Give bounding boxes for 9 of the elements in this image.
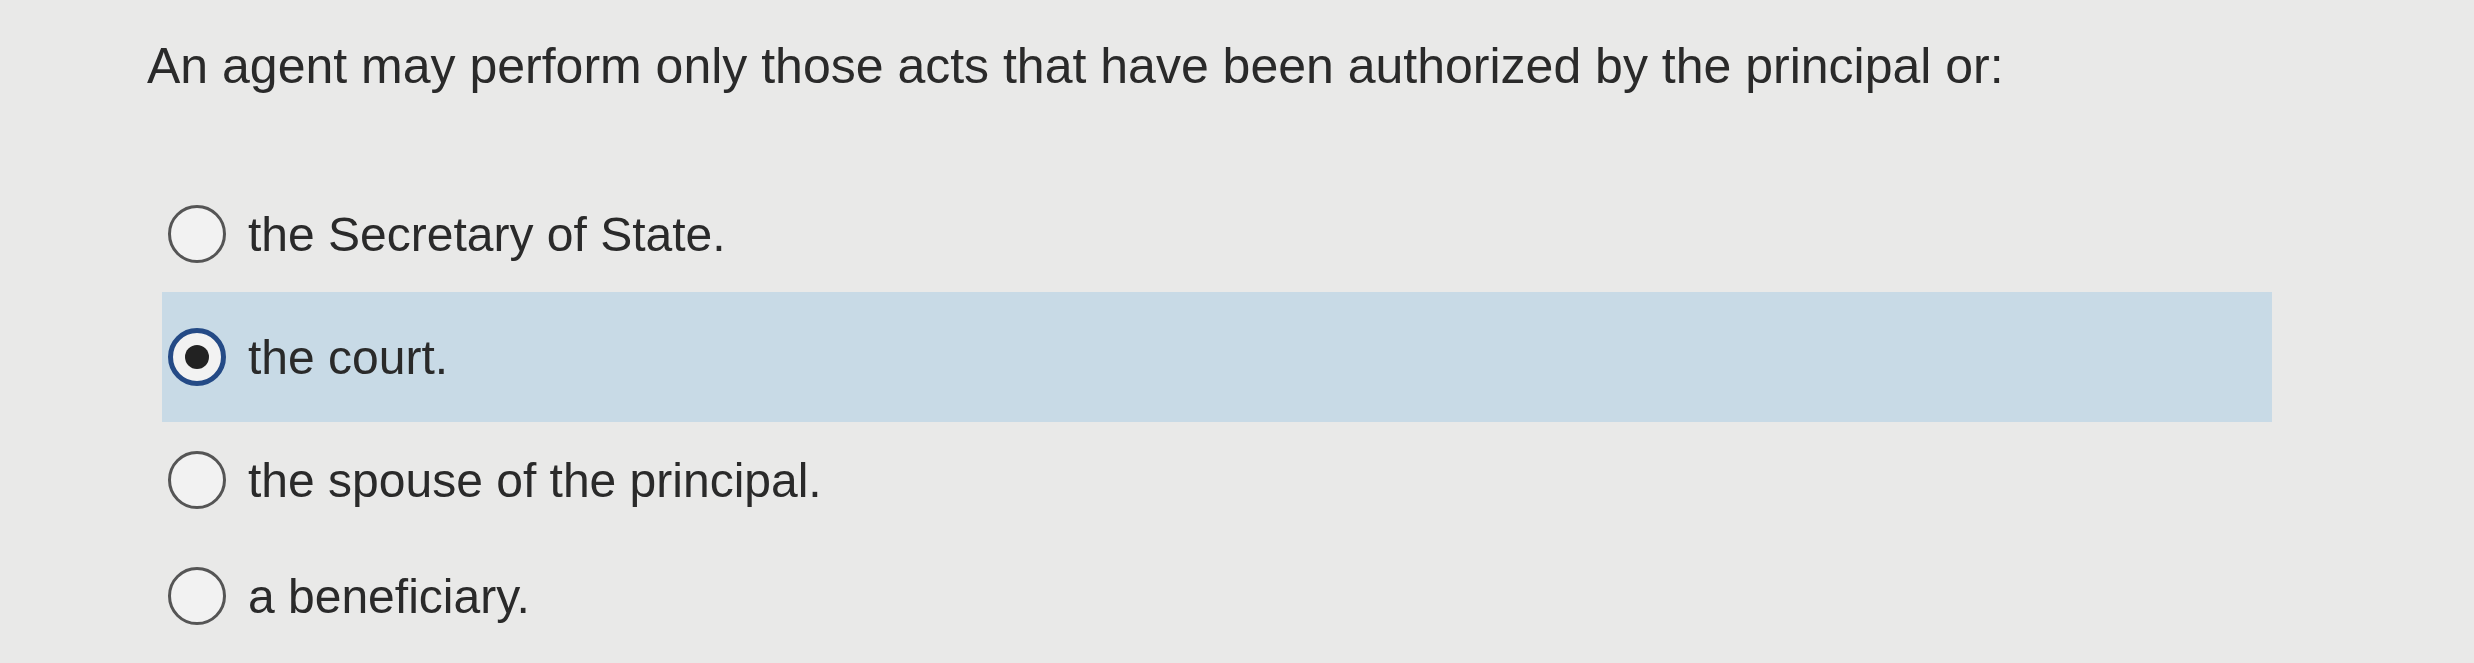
- radio-button[interactable]: [168, 451, 226, 509]
- option-label[interactable]: the court.: [248, 329, 449, 385]
- option-label[interactable]: a beneficiary.: [248, 568, 530, 624]
- question-text: An agent may perform only those acts that have been authorized by the principal or:: [147, 37, 2005, 96]
- radio-button[interactable]: [168, 567, 226, 625]
- radio-button[interactable]: [168, 205, 226, 263]
- radio-button[interactable]: [168, 328, 226, 386]
- option-label[interactable]: the spouse of the principal.: [248, 452, 822, 508]
- option-label[interactable]: the Secretary of State.: [248, 206, 726, 262]
